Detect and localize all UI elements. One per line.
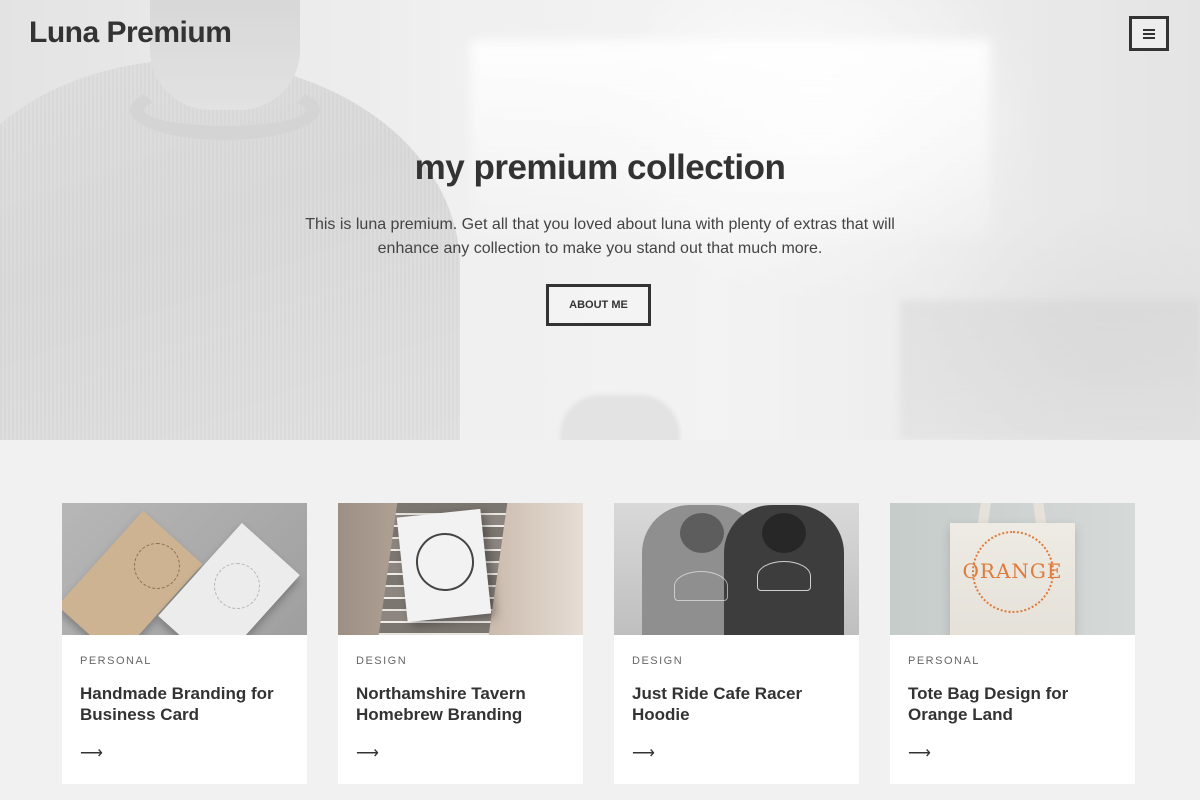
card-title[interactable]: Northamshire Tavern Homebrew Branding <box>356 683 571 725</box>
card-category[interactable]: PERSONAL <box>908 655 980 667</box>
about-me-button[interactable]: ABOUT ME <box>546 284 651 326</box>
card-category[interactable]: DESIGN <box>632 655 683 667</box>
card-title[interactable]: Tote Bag Design for Orange Land <box>908 683 1123 725</box>
hero-description: This is luna premium. Get all that you l… <box>305 216 895 257</box>
hero-title: my premium collection <box>414 148 786 187</box>
arrow-right-icon[interactable]: ⟶ <box>356 743 379 763</box>
portfolio-card[interactable]: ORANGE PERSONAL Tote Bag Design for Oran… <box>890 503 1135 784</box>
site-title[interactable]: Luna Premium <box>29 16 232 50</box>
portfolio-grid: PERSONAL Handmade Branding for Business … <box>0 440 1200 800</box>
arrow-right-icon[interactable]: ⟶ <box>908 743 931 763</box>
card-category[interactable]: DESIGN <box>356 655 407 667</box>
card-title[interactable]: Handmade Branding for Business Card <box>80 683 295 725</box>
arrow-right-icon[interactable]: ⟶ <box>80 743 103 763</box>
card-thumbnail-business-cards[interactable] <box>62 503 307 635</box>
card-category[interactable]: PERSONAL <box>80 655 152 667</box>
arrow-right-icon[interactable]: ⟶ <box>632 743 655 763</box>
hamburger-icon <box>1143 28 1155 39</box>
card-thumbnail-hoodies[interactable] <box>614 503 859 635</box>
tote-bag-logo-text: ORANGE <box>962 559 1063 583</box>
portfolio-card[interactable]: DESIGN Just Ride Cafe Racer Hoodie ⟶ <box>614 503 859 784</box>
portfolio-card[interactable]: PERSONAL Handmade Branding for Business … <box>62 503 307 784</box>
menu-button[interactable] <box>1129 16 1169 51</box>
hero-section: Luna Premium my premium collection This … <box>0 0 1200 440</box>
card-thumbnail-tavern-sign[interactable] <box>338 503 583 635</box>
card-thumbnail-tote-bag[interactable]: ORANGE <box>890 503 1135 635</box>
portfolio-card[interactable]: DESIGN Northamshire Tavern Homebrew Bran… <box>338 503 583 784</box>
card-title[interactable]: Just Ride Cafe Racer Hoodie <box>632 683 847 725</box>
